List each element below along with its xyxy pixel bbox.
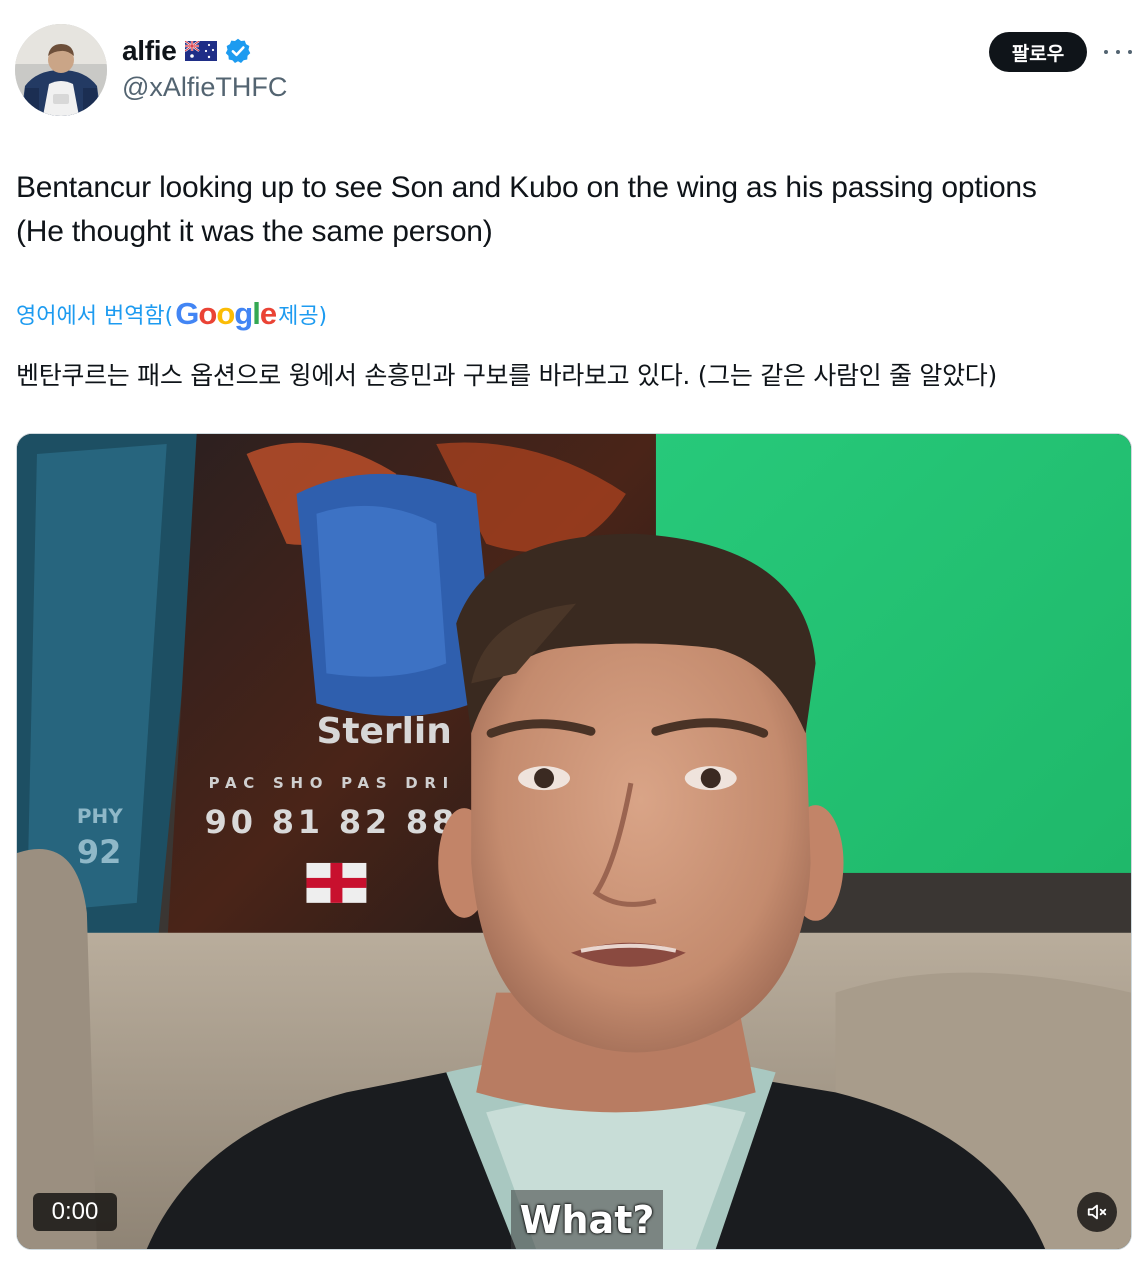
card-player-name: Sterlin bbox=[316, 711, 451, 752]
card-stat-values: 90 81 82 88 bbox=[205, 803, 455, 841]
card-side-label: PHY bbox=[77, 804, 123, 828]
video-frame: Sterlin PAC SHO PAS DRI 90 81 82 88 PHY … bbox=[17, 434, 1131, 1249]
more-dot bbox=[1128, 50, 1132, 54]
tweet-text: Bentancur looking up to see Son and Kubo… bbox=[16, 171, 1037, 248]
google-logo: Google bbox=[175, 296, 277, 331]
video-timestamp: 0:00 bbox=[33, 1193, 117, 1231]
caption-box: What? bbox=[511, 1190, 663, 1249]
more-dot bbox=[1104, 50, 1108, 54]
card-side-value: 92 bbox=[77, 833, 121, 871]
avatar-image bbox=[15, 24, 107, 116]
translation-suffix: 제공) bbox=[278, 304, 328, 329]
name-row: alfie bbox=[122, 34, 252, 68]
card-stat-labels: PAC SHO PAS DRI bbox=[209, 774, 449, 792]
video-caption: What? bbox=[519, 1198, 655, 1242]
avatar[interactable] bbox=[15, 24, 107, 116]
video-player[interactable]: Sterlin PAC SHO PAS DRI 90 81 82 88 PHY … bbox=[16, 433, 1132, 1250]
translation-credit-link[interactable]: 영어에서 번역함( Google 제공) bbox=[16, 294, 327, 334]
display-name[interactable]: alfie bbox=[122, 35, 177, 67]
user-handle[interactable]: @xAlfieTHFC bbox=[122, 72, 287, 103]
translated-text: 벤탄쿠르는 패스 옵션으로 윙에서 손흥민과 구보를 바라보고 있다. (그는 … bbox=[16, 361, 997, 390]
volume-muted-icon[interactable] bbox=[1077, 1192, 1117, 1232]
follow-button[interactable]: 팔로우 bbox=[989, 32, 1087, 72]
tweet: alfie @xAlfieTHFC 팔로우 Bentancur looking … bbox=[0, 0, 1148, 1280]
more-options-icon[interactable] bbox=[1104, 42, 1132, 62]
translation-prefix: 영어에서 번역함( bbox=[16, 304, 174, 329]
more-dot bbox=[1116, 50, 1120, 54]
verified-badge-icon[interactable] bbox=[224, 37, 252, 65]
australia-flag-icon bbox=[183, 40, 217, 61]
